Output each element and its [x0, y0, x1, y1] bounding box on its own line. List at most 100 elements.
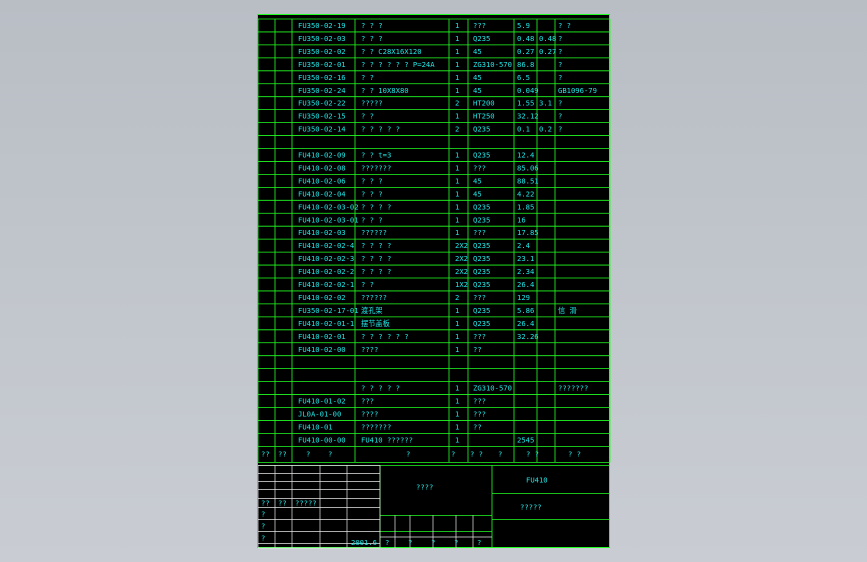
- cell-text-r21-c2: 2: [455, 293, 459, 302]
- cell-text-r32-c1: FU410 ??????: [361, 435, 413, 444]
- cell-text-r22-c4: 5.86: [517, 306, 534, 315]
- cell-text-r13-c3: 45: [473, 189, 482, 198]
- cell-text-r24-c0: FU410-02-01: [298, 332, 346, 341]
- cell-text-r14-c1: ? ? ? ?: [361, 202, 391, 211]
- cell-text-r20-c0: FU410-02-02-1: [298, 280, 354, 289]
- cell-text-r12-c4: 88.51: [517, 176, 539, 185]
- cell-text-r6-c6: ?: [558, 99, 562, 108]
- cell-text-r19-c3: Q235: [473, 267, 490, 276]
- cell-text-r31-c0: FU410-01: [298, 422, 333, 431]
- cell-text-r2-c6: ?: [558, 47, 562, 56]
- header-label-7: ?: [498, 449, 502, 458]
- cell-text-r1-c3: Q235: [473, 34, 490, 43]
- cell-text-r7-c6: ?: [558, 112, 562, 121]
- cell-text-r29-c2: 1: [455, 397, 459, 406]
- cell-text-r0-c6: ? ?: [558, 21, 571, 30]
- cell-text-r25-c1: ????: [361, 345, 378, 354]
- cell-text-r1-c2: 1: [455, 34, 459, 43]
- cell-text-r4-c0: FU350-02-16: [298, 73, 346, 82]
- cell-text-r19-c4: 2.34: [517, 267, 534, 276]
- cell-text-r21-c4: 129: [517, 293, 530, 302]
- header-label-1: ??: [278, 449, 287, 458]
- company-name: ?????: [520, 502, 542, 511]
- cell-text-r22-c2: 1: [455, 306, 459, 315]
- cell-text-r6-c3: HT200: [473, 99, 495, 108]
- cell-text-r31-c3: ??: [473, 422, 482, 431]
- cell-text-r29-c1: ???: [361, 397, 374, 406]
- cell-text-r22-c3: Q235: [473, 306, 490, 315]
- mark-2: ?: [431, 538, 435, 547]
- mark-3: ?: [454, 538, 458, 547]
- sign-label-5: ?: [261, 533, 265, 542]
- mark-1: ?: [408, 538, 412, 547]
- cell-text-r3-c1: ? ? ? ? ? ? P=24A: [361, 60, 435, 69]
- cell-text-r18-c1: ? ? ? ?: [361, 254, 391, 263]
- header-label-9: ? ?: [568, 449, 581, 458]
- cell-text-r25-c3: ??: [473, 345, 482, 354]
- cell-text-r19-c0: FU410-02-02-2: [298, 267, 354, 276]
- cell-text-r2-c1: ? ? C28X16X120: [361, 47, 422, 56]
- cell-text-r32-c0: FU410-00-00: [298, 435, 346, 444]
- cell-text-r7-c0: FU350-02-15: [298, 112, 346, 121]
- date-text: 2001.6: [351, 538, 377, 547]
- sign-label-0: ??: [261, 498, 270, 507]
- cell-text-r6-c4: 1.55: [517, 99, 534, 108]
- cell-text-r10-c4: 12.4: [517, 151, 534, 160]
- cell-text-r14-c2: 1: [455, 202, 459, 211]
- cell-text-r2-c5: 0.27: [539, 47, 556, 56]
- cell-text-r24-c3: ???: [473, 332, 486, 341]
- cell-text-r28-c6: ???????: [558, 384, 588, 393]
- cell-text-r6-c2: 2: [455, 99, 459, 108]
- cell-text-r3-c0: FU350-02-01: [298, 60, 346, 69]
- cell-text-r28-c2: 1: [455, 384, 459, 393]
- cell-text-r25-c0: FU410-02-00: [298, 345, 346, 354]
- cell-text-r30-c2: 1: [455, 410, 459, 419]
- cell-text-r13-c4: 4.22: [517, 189, 534, 198]
- cell-text-r18-c0: FU410-02-02-3: [298, 254, 354, 263]
- cell-text-r28-c3: ZG310-570: [473, 384, 512, 393]
- cell-text-r16-c1: ??????: [361, 228, 387, 237]
- header-label-6: ? ?: [470, 449, 483, 458]
- sign-label-3: ?: [261, 509, 265, 518]
- cell-text-r5-c4: 0.049: [517, 86, 539, 95]
- sign-label-2: ?????: [295, 498, 317, 507]
- cell-text-r14-c0: FU410-02-03-02: [298, 202, 359, 211]
- cell-text-r1-c5: 0.48: [539, 34, 556, 43]
- header-label-2: ?: [306, 449, 310, 458]
- cell-text-r30-c0: JL0A-01-00: [298, 410, 341, 419]
- cell-text-r0-c0: FU350-02-19: [298, 21, 346, 30]
- cell-text-r12-c1: ? ? ?: [361, 176, 383, 185]
- cell-text-r8-c3: Q235: [473, 125, 490, 134]
- cell-text-r1-c6: ?: [558, 34, 562, 43]
- cell-text-r8-c2: 2: [455, 125, 459, 134]
- cell-text-r0-c1: ? ? ?: [361, 21, 383, 30]
- cell-text-r16-c0: FU410-02-03: [298, 228, 346, 237]
- cell-text-r29-c3: ???: [473, 397, 486, 406]
- cell-text-r23-c2: 1: [455, 319, 459, 328]
- cell-text-r2-c4: 0.27: [517, 47, 534, 56]
- cell-text-r22-c6: 信 滑: [558, 306, 577, 315]
- sign-label-4: ?: [261, 521, 265, 530]
- cell-text-r18-c4: 23.1: [517, 254, 534, 263]
- cell-text-r3-c3: ZG310-570: [473, 60, 512, 69]
- cell-text-r4-c3: 45: [473, 73, 482, 82]
- cell-text-r11-c0: FU410-02-08: [298, 163, 346, 172]
- cell-text-r4-c4: 6.5: [517, 73, 530, 82]
- cell-text-r5-c6: GB1096-79: [558, 86, 597, 95]
- cell-text-r0-c4: 5.9: [517, 21, 530, 30]
- cell-text-r4-c6: ?: [558, 73, 562, 82]
- drawing-sheet: FU350-02-19? ? ? 1??? 5.9? ? FU350-02-03? ?…: [257, 14, 611, 549]
- cell-text-r31-c1: ???????: [361, 422, 391, 431]
- cell-text-r8-c1: ? ? ? ? ?: [361, 125, 400, 134]
- cell-text-r6-c5: 3.1: [539, 99, 552, 108]
- cell-text-r10-c1: ? ? t=3: [361, 151, 391, 160]
- cell-text-r21-c1: ??????: [361, 293, 387, 302]
- cell-text-r17-c4: 2.4: [517, 241, 530, 250]
- cell-text-r11-c3: ???: [473, 163, 486, 172]
- cell-text-r11-c4: 85.06: [517, 163, 539, 172]
- cell-text-r14-c3: Q235: [473, 202, 490, 211]
- cell-text-r11-c1: ???????: [361, 163, 391, 172]
- cell-text-r5-c2: 1: [455, 86, 459, 95]
- cell-text-r3-c6: ?: [558, 60, 562, 69]
- cell-text-r23-c1: 摆节盖板: [361, 319, 390, 328]
